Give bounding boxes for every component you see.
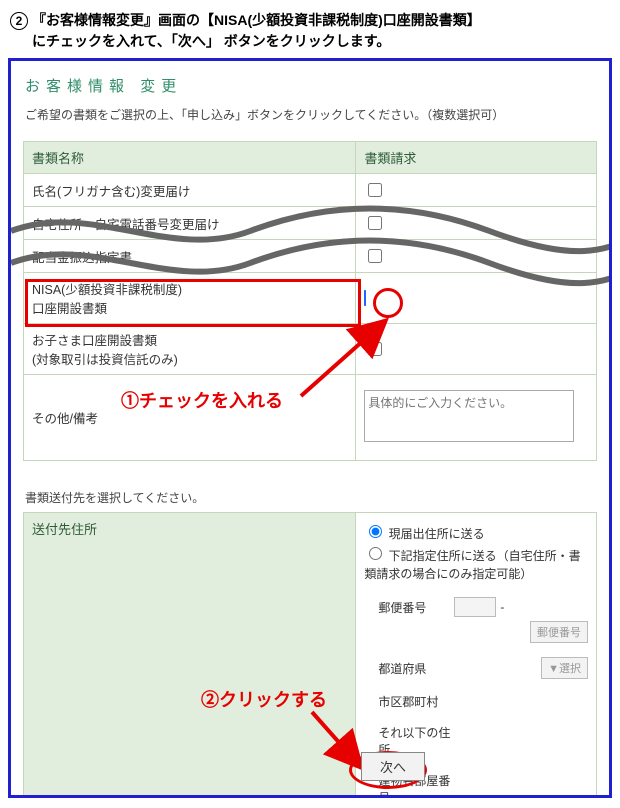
doc-name: 氏名(フリガナ含む)変更届け	[24, 174, 356, 207]
instruction-text-2: 書類送付先を選択してください。	[25, 489, 597, 506]
radio-label: 現届出住所に送る	[389, 527, 485, 541]
instruction-text: ご希望の書類をご選択の上、「申し込み」ボタンをクリックしてください。（複数選択可…	[25, 106, 597, 123]
table-row: お子さま口座開設書類 (対象取引は投資信託のみ)	[24, 324, 597, 375]
postal-input-1[interactable]	[454, 597, 496, 617]
doc-name-nisa: NISA(少額投資非課税制度) 口座開設書類	[24, 273, 356, 324]
addr-header: 送付先住所	[24, 513, 356, 799]
col-header-request: 書類請求	[356, 142, 597, 174]
city-label: 市区郡町村	[364, 693, 454, 710]
doc-checkbox[interactable]	[368, 342, 382, 356]
doc-checkbox[interactable]	[368, 183, 382, 197]
postal-label: 郵便番号	[364, 599, 454, 616]
step-heading: 2『お客様情報変更』画面の【NISA(少額投資非課税制度)口座開設書類】 にチェ…	[8, 8, 612, 58]
radio-label: 下記指定住所に送る（自宅住所・書類請求の場合にのみ指定可能）	[364, 549, 580, 581]
col-header-name: 書類名称	[24, 142, 356, 174]
other-label: その他/備考	[24, 375, 356, 461]
table-row-other: その他/備考	[24, 375, 597, 461]
pref-label: 都道府県	[364, 660, 454, 677]
doc-name: お子さま口座開設書類 (対象取引は投資信託のみ)	[24, 324, 356, 375]
screenshot-frame: お客様情報 変更 ご希望の書類をご選択の上、「申し込み」ボタンをクリックしてくだ…	[8, 58, 612, 798]
doc-checkbox-nisa[interactable]	[364, 290, 366, 306]
doc-name: 自宅住所・自宅電話番号変更届け	[24, 207, 356, 240]
table-row: 配当金振込指定書	[24, 240, 597, 273]
doc-name: 配当金振込指定書	[24, 240, 356, 273]
table-row: NISA(少額投資非課税制度) 口座開設書類	[24, 273, 597, 324]
address-table: 送付先住所 現届出住所に送る 下記指定住所に送る（自宅住所・書類請求の場合にのみ…	[23, 512, 597, 798]
doc-checkbox[interactable]	[368, 249, 382, 263]
table-row: 氏名(フリガナ含む)変更届け	[24, 174, 597, 207]
next-button[interactable]: 次へ	[361, 752, 425, 781]
pref-select[interactable]: ▼選択	[541, 657, 588, 679]
table-row: 自宅住所・自宅電話番号変更届け	[24, 207, 597, 240]
other-textarea[interactable]	[364, 390, 574, 442]
documents-table: 書類名称 書類請求 氏名(フリガナ含む)変更届け 自宅住所・自宅電話番号変更届け…	[23, 141, 597, 461]
page-title: お客様情報 変更	[23, 71, 597, 106]
step-number: 2	[10, 12, 28, 30]
radio-specified-address[interactable]	[369, 547, 382, 560]
radio-current-address[interactable]	[369, 525, 382, 538]
postal-lookup-button[interactable]: 郵便番号	[530, 621, 588, 643]
doc-checkbox[interactable]	[368, 216, 382, 230]
